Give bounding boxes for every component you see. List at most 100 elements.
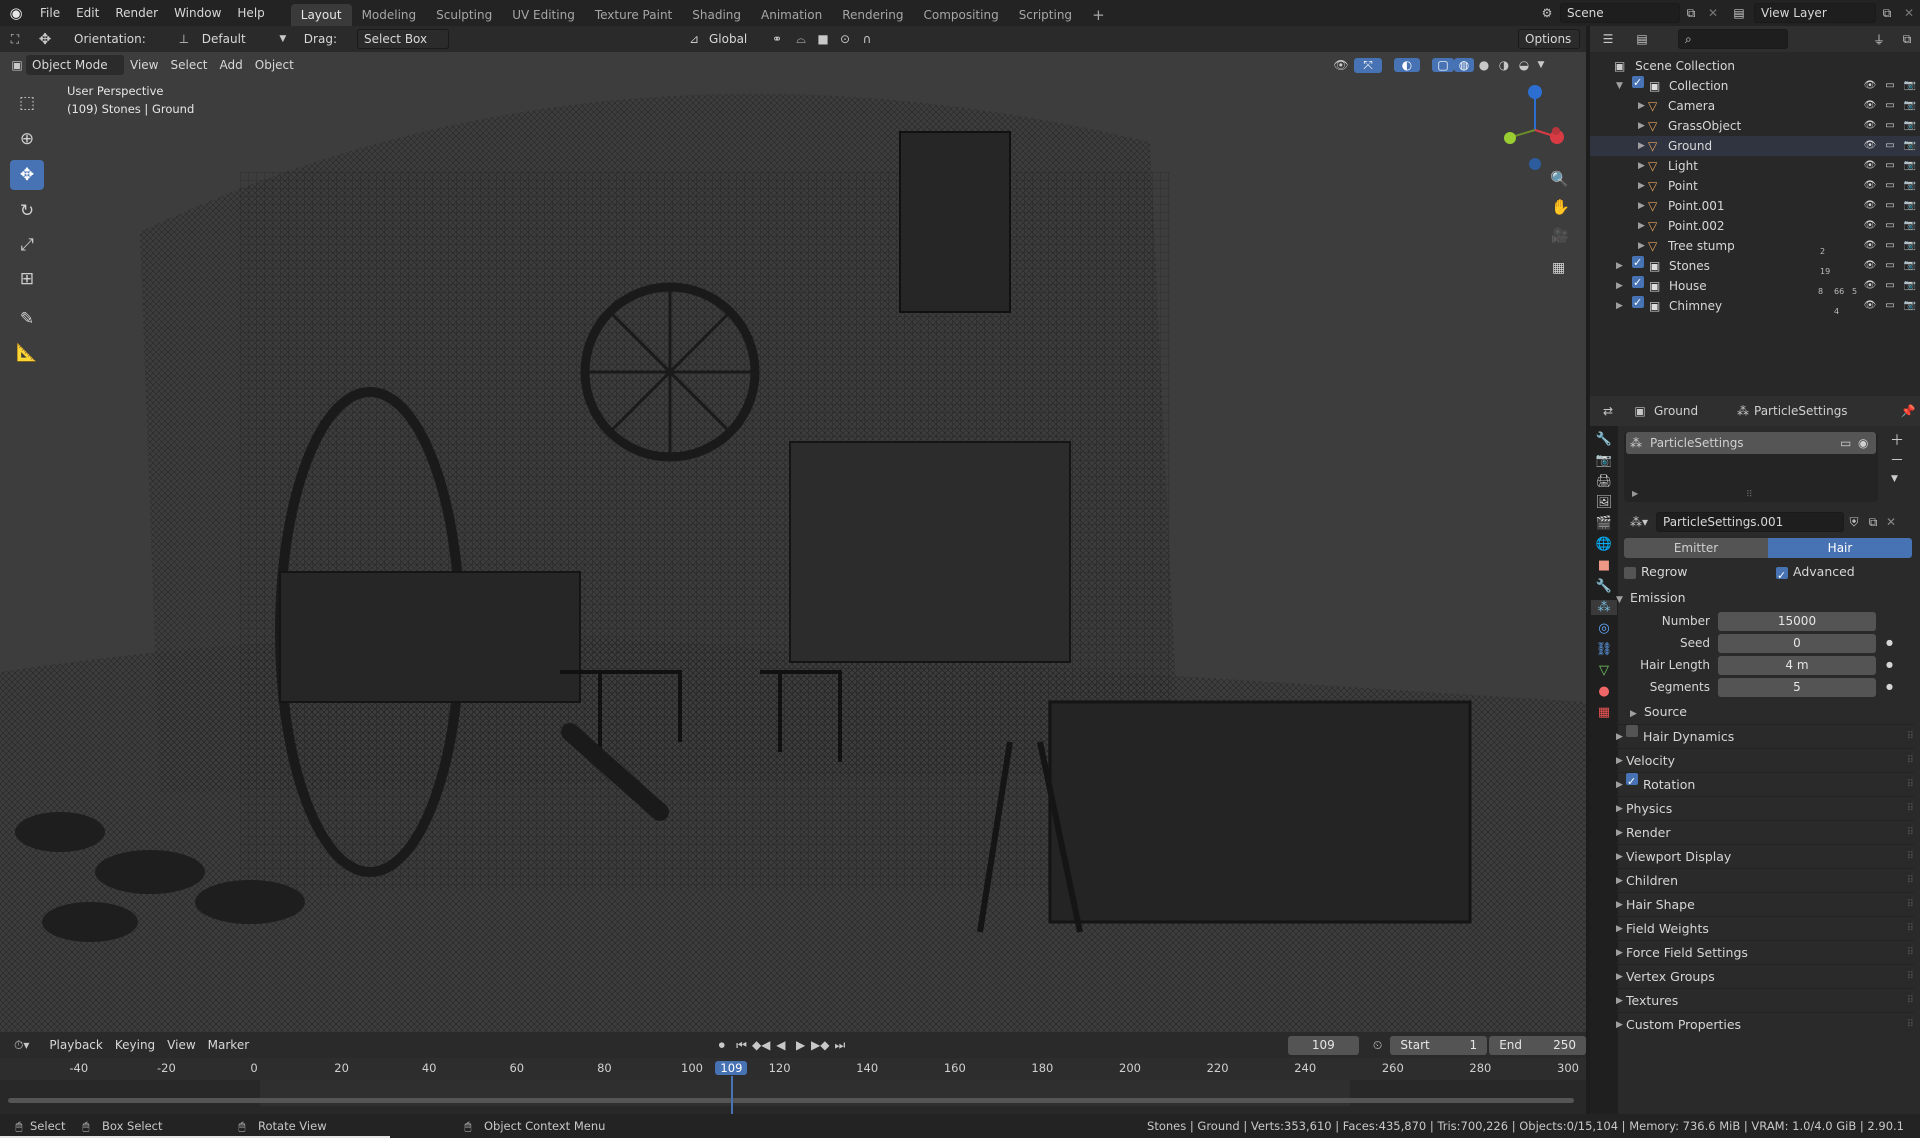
solid-shading-icon[interactable]: ● — [1474, 58, 1494, 72]
drag-handle-icon[interactable]: ⠿ — [1907, 1013, 1914, 1036]
chevron-right-icon[interactable]: ▶ — [1638, 196, 1648, 216]
duplicate-icon[interactable]: ⧉ — [1864, 515, 1882, 530]
menu-file[interactable]: File — [32, 0, 68, 26]
eye-icon[interactable]: 👁 — [1860, 276, 1880, 296]
jump-start-icon[interactable]: ⏮ — [732, 1038, 752, 1053]
constraints-tab-icon[interactable]: ⛓ — [1596, 642, 1613, 657]
particles-tab-icon[interactable]: ⁂ — [1591, 600, 1617, 615]
fake-user-icon[interactable]: ⛨ — [1844, 515, 1864, 530]
tab-compositing[interactable]: Compositing — [913, 4, 1008, 26]
pan-hand-icon[interactable]: ✋ — [1551, 198, 1570, 216]
render-toggle-icon[interactable]: 📷 — [1900, 236, 1920, 256]
outliner-row-chimney[interactable]: ▶ ▣ Chimney 👁▭📷 4 — [1590, 293, 1920, 316]
wireframe-shading-icon[interactable]: ◍ — [1454, 58, 1474, 72]
drag-dropdown[interactable]: Select Box — [356, 29, 449, 49]
next-keyframe-icon[interactable]: ▶◆ — [810, 1038, 830, 1052]
object-tab-icon[interactable]: ■ — [1598, 558, 1610, 573]
chevron-right-icon[interactable]: ▶ — [1638, 176, 1648, 196]
proportional-editing-icon[interactable]: ⊙ — [835, 32, 855, 46]
eye-icon[interactable]: 👁 — [1860, 216, 1880, 236]
physics-tab-icon[interactable]: ◎ — [1598, 621, 1609, 636]
tab-rendering[interactable]: Rendering — [832, 4, 913, 26]
tab-animation[interactable]: Animation — [751, 4, 832, 26]
drag-handle-icon[interactable]: ⠿ — [1907, 893, 1914, 916]
outliner-search-input[interactable]: ⌕ — [1678, 29, 1788, 49]
select-box-tool[interactable]: ⬚ — [10, 88, 44, 118]
properties-editor-type-icon[interactable]: ⇄ — [1590, 404, 1626, 418]
play-reverse-icon[interactable]: ◀ — [771, 1038, 791, 1052]
output-tab-icon[interactable]: 🖨 — [1596, 474, 1613, 489]
transform-orientation-dropdown[interactable]: Global — [703, 27, 763, 51]
stopwatch-icon[interactable]: ⏲ — [1365, 1038, 1391, 1053]
number-field[interactable]: 15000 — [1718, 611, 1876, 631]
display-toggle-icon[interactable]: ▭ — [1840, 432, 1858, 454]
timeline-editor-type-icon[interactable]: ⏱▾ — [0, 1038, 43, 1053]
viewport-menu-add[interactable]: Add — [214, 53, 249, 77]
browse-particles-icon[interactable]: ⁂▾ — [1624, 515, 1654, 529]
record-icon[interactable]: ⏺ — [712, 1038, 732, 1053]
render-toggle-icon[interactable]: 📷 — [1900, 156, 1920, 176]
jump-end-icon[interactable]: ⏭ — [830, 1038, 850, 1053]
drag-handle-icon[interactable]: ⠿ — [1907, 749, 1914, 772]
orientation-dropdown[interactable]: Default — [196, 27, 276, 51]
panel-hair-dynamics[interactable]: ▶ Hair Dynamics ⠿ — [1616, 724, 1914, 748]
proportional-falloff-icon[interactable]: ∩ — [855, 32, 879, 46]
menu-edit[interactable]: Edit — [68, 0, 107, 26]
particle-settings-name-field[interactable]: ParticleSettings.001 — [1656, 512, 1844, 532]
source-subpanel-header[interactable]: ▶ Source — [1630, 700, 1914, 724]
rendered-shading-icon[interactable]: ◒ — [1514, 58, 1534, 72]
eye-icon[interactable]: 👁 — [1860, 136, 1880, 156]
eye-icon[interactable]: 👁 — [1860, 296, 1880, 316]
chevron-right-icon[interactable]: ▶ — [1616, 256, 1626, 276]
outliner-row-ground[interactable]: ▶ ▽ Ground 👁 ▭ 📷 — [1590, 136, 1920, 156]
keyframe-dot-icon[interactable]: ● — [1886, 675, 1893, 699]
timeline-menu-view[interactable]: View — [161, 1033, 201, 1057]
data-tab-icon[interactable]: ▽ — [1599, 663, 1609, 678]
keyframe-dot-icon[interactable]: ● — [1886, 653, 1893, 677]
panel-children[interactable]: ▶ Children ⠿ — [1616, 868, 1914, 892]
outliner-row-point[interactable]: ▶ ▽ Point 👁 ▭ 📷 — [1590, 176, 1920, 196]
chevron-down-icon[interactable]: ▼ — [1534, 60, 1548, 70]
pin-icon[interactable]: 📌 — [1896, 404, 1920, 418]
pivot-point-icon[interactable]: ⚭ — [763, 32, 791, 46]
material-tab-icon[interactable]: ● — [1598, 684, 1609, 699]
tab-shading[interactable]: Shading — [682, 4, 751, 26]
play-icon[interactable]: ▶ — [791, 1038, 811, 1052]
viewport-menu-object[interactable]: Object — [249, 53, 300, 77]
menu-render[interactable]: Render — [107, 0, 166, 26]
drag-handle-icon[interactable]: ⠿ — [1907, 725, 1914, 748]
timeline-scrollbar[interactable] — [8, 1098, 1574, 1103]
collection-checkbox[interactable] — [1632, 293, 1644, 313]
render-toggle-icon[interactable]: 📷 — [1900, 176, 1920, 196]
timeline-menu-playback[interactable]: Playback — [43, 1033, 109, 1057]
add-workspace-button[interactable]: + — [1082, 4, 1115, 26]
collection-checkbox[interactable] — [1632, 253, 1644, 273]
3d-viewport[interactable]: User Perspective (109) Stones | Ground ⬚… — [0, 52, 1586, 1032]
panel-physics[interactable]: ▶ Physics ⠿ — [1616, 796, 1914, 820]
scene-icon[interactable]: ⚙ — [1534, 6, 1560, 20]
display-mode-icon[interactable]: ▤ — [1626, 32, 1658, 46]
drag-handle-icon[interactable]: ⠿ — [1907, 941, 1914, 964]
viewport-toggle-icon[interactable]: ▭ — [1880, 176, 1900, 196]
view-layer-icon[interactable]: ▤ — [1724, 6, 1754, 20]
chevron-right-icon[interactable]: ▶ — [1638, 96, 1648, 116]
tab-scripting[interactable]: Scripting — [1009, 4, 1082, 26]
editor-type-icon[interactable]: ⛶ — [0, 32, 30, 47]
rotate-tool[interactable]: ↻ — [10, 196, 44, 226]
drag-handle-icon[interactable]: ⠿ — [1907, 989, 1914, 1012]
panel-field-weights[interactable]: ▶ Field Weights ⠿ — [1616, 916, 1914, 940]
panel-enable-checkbox[interactable] — [1626, 725, 1638, 737]
list-expand-icon[interactable]: ▶ — [1632, 489, 1638, 498]
viewport-toggle-icon[interactable]: ▭ — [1880, 156, 1900, 176]
emission-panel-header[interactable]: ▼ Emission — [1616, 586, 1914, 610]
outliner-editor-type-icon[interactable]: ☰ — [1590, 32, 1626, 46]
transform-tool[interactable]: ⊞ — [10, 264, 44, 294]
render-toggle-icon[interactable]: 📷 — [1900, 116, 1920, 136]
object-mode-dropdown[interactable]: Object Mode — [26, 55, 124, 75]
outliner-row-grassobject[interactable]: ▶ ▽ GrassObject 👁 ▭ 📷 — [1590, 116, 1920, 136]
navigation-gizmo[interactable] — [1497, 82, 1577, 172]
drag-handle-icon[interactable]: ⠿ — [1907, 917, 1914, 940]
new-collection-icon[interactable]: ⧉ — [1894, 32, 1920, 47]
slot-specials-icon[interactable]: ▼ — [1891, 474, 1898, 484]
panel-custom-properties[interactable]: ▶ Custom Properties ⠿ — [1616, 1012, 1914, 1036]
